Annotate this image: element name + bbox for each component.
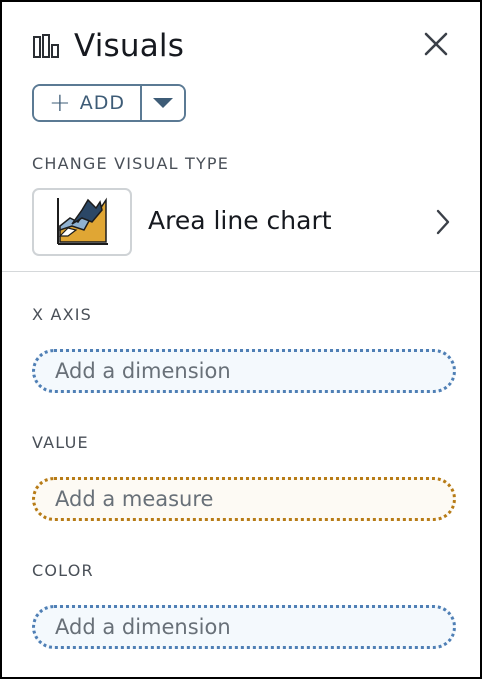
visual-type-name: Area line chart xyxy=(148,206,332,235)
value-placeholder: Add a measure xyxy=(55,487,214,511)
visual-type-selector[interactable]: Area line chart xyxy=(32,188,452,256)
plus-icon: + xyxy=(48,88,72,118)
caret-down-icon xyxy=(153,98,173,108)
visuals-panel: Visuals + ADD CHANGE VISUAL TYPE Area li… xyxy=(0,0,482,679)
x-axis-placeholder: Add a dimension xyxy=(55,359,231,383)
x-axis-drop-zone[interactable]: Add a dimension xyxy=(32,349,456,393)
add-label: ADD xyxy=(79,92,126,114)
add-button-group: + ADD xyxy=(32,84,186,122)
color-drop-zone[interactable]: Add a dimension xyxy=(32,605,456,649)
chevron-right-icon xyxy=(436,209,450,235)
change-visual-type-label: CHANGE VISUAL TYPE xyxy=(32,154,230,173)
bar-chart-icon xyxy=(33,34,59,58)
divider xyxy=(2,271,480,272)
color-placeholder: Add a dimension xyxy=(55,615,231,639)
add-button[interactable]: + ADD xyxy=(34,86,140,120)
area-line-chart-icon xyxy=(57,197,108,245)
visual-type-thumbnail[interactable] xyxy=(32,188,132,256)
panel-title: Visuals xyxy=(74,28,185,64)
close-button[interactable] xyxy=(422,30,450,58)
value-label: VALUE xyxy=(32,433,89,452)
color-label: COLOR xyxy=(32,561,94,580)
value-drop-zone[interactable]: Add a measure xyxy=(32,477,456,521)
x-axis-label: X AXIS xyxy=(32,305,93,324)
close-icon xyxy=(424,32,448,56)
add-dropdown-button[interactable] xyxy=(140,86,184,120)
panel-header: Visuals xyxy=(32,24,184,68)
change-visual-type-button[interactable] xyxy=(434,208,452,236)
